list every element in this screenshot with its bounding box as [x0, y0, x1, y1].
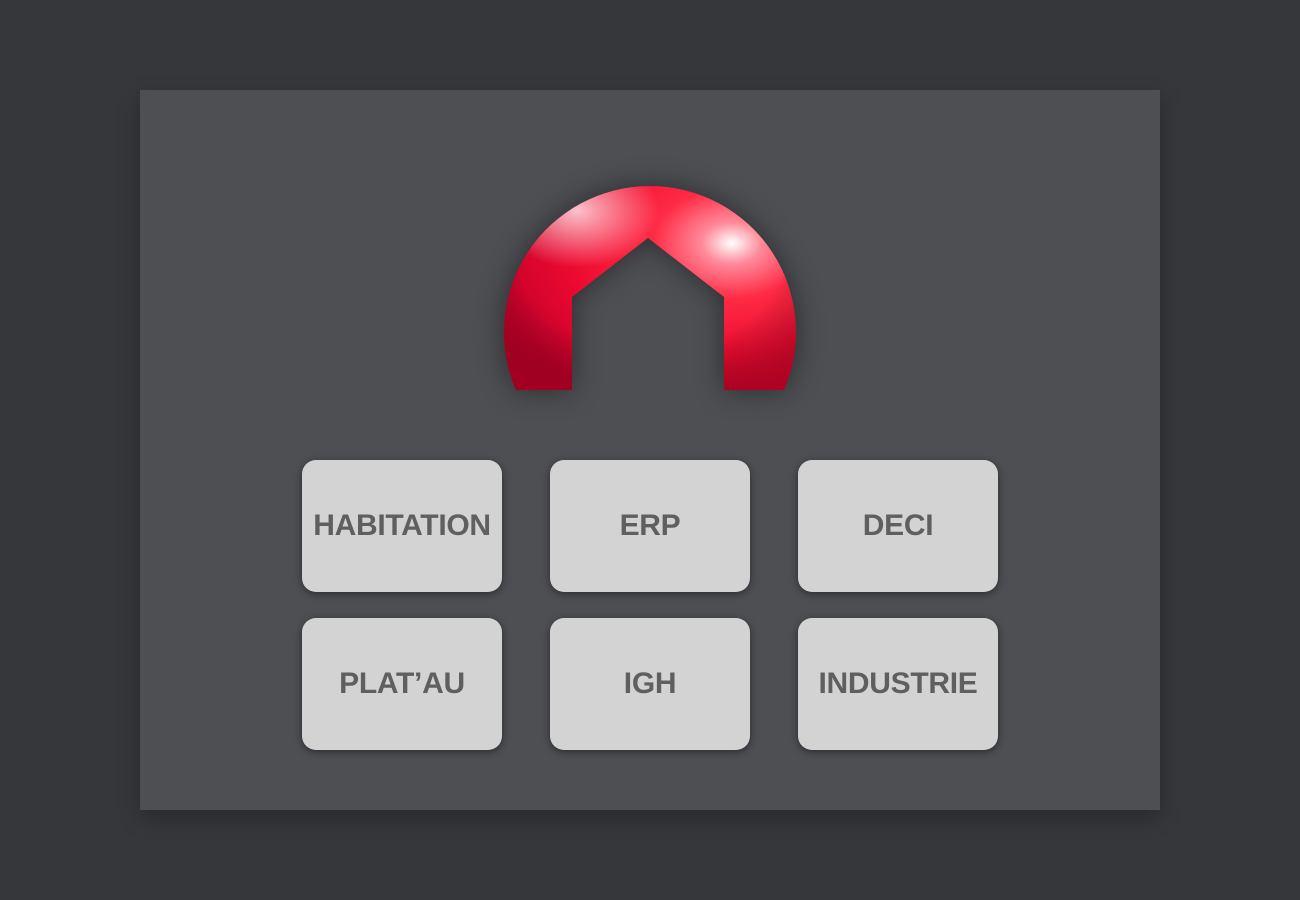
house-arch-icon [502, 170, 798, 394]
deci-button[interactable]: DECI [798, 460, 998, 592]
habitation-label: HABITATION [313, 509, 491, 542]
igh-button[interactable]: IGH [550, 618, 750, 750]
platau-label: PLAT’AU [339, 667, 465, 700]
platau-button[interactable]: PLAT’AU [302, 618, 502, 750]
category-grid: HABITATION ERP DECI PLAT’AU IGH INDUSTRI… [302, 460, 998, 752]
deci-label: DECI [862, 509, 934, 542]
industrie-button[interactable]: INDUSTRIE [798, 618, 998, 750]
habitation-button[interactable]: HABITATION [302, 460, 502, 592]
erp-label: ERP [619, 509, 681, 542]
erp-button[interactable]: ERP [550, 460, 750, 592]
industrie-label: INDUSTRIE [818, 667, 978, 700]
igh-label: IGH [623, 667, 677, 700]
